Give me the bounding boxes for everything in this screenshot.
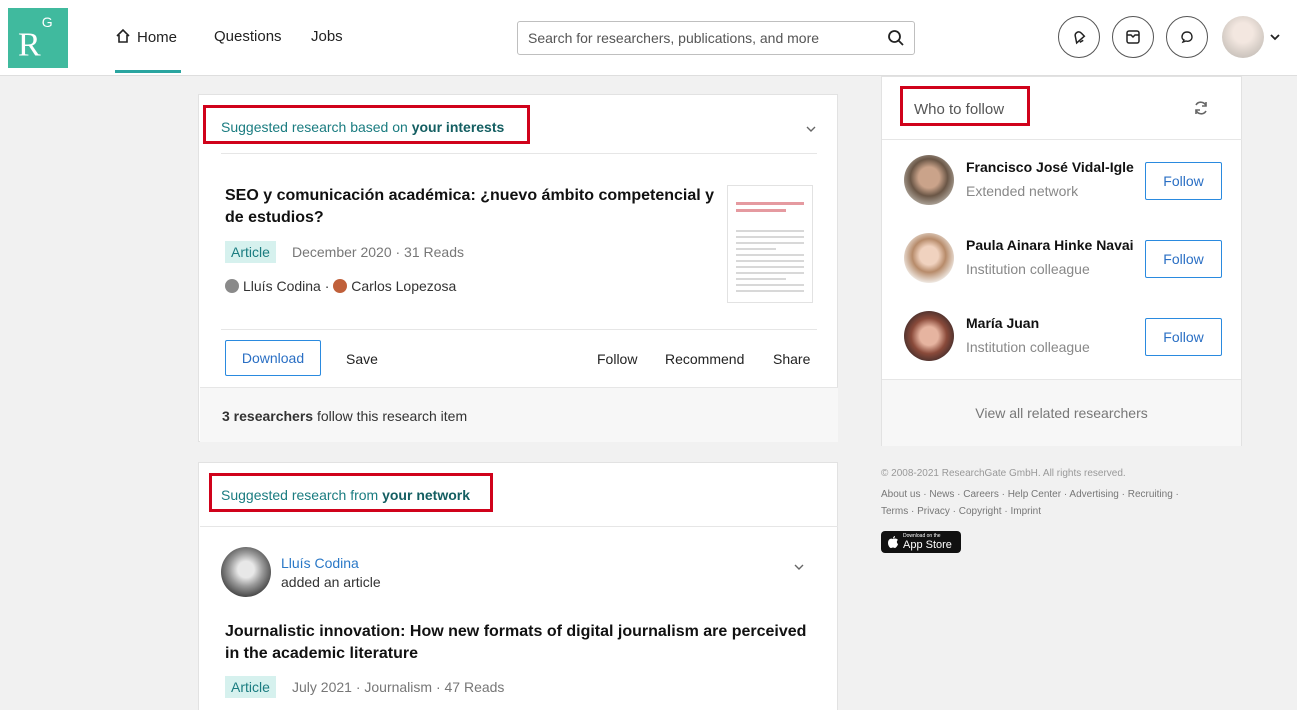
chevron-down-icon[interactable] (805, 123, 817, 135)
who-to-follow-panel: Who to follow Francisco José Vidal-Igle … (881, 76, 1242, 446)
divider (882, 139, 1242, 140)
article-tag: Article (225, 676, 276, 698)
nav-home-label: Home (137, 29, 178, 46)
follow-button[interactable]: Follow (597, 351, 637, 367)
author-name[interactable]: Lluís Codina (243, 278, 321, 294)
research-preview-thumbnail[interactable] (727, 185, 813, 303)
author-action: added an article (281, 574, 381, 590)
active-tab-indicator (115, 70, 181, 73)
app-store-badge[interactable]: Download on the App Store (881, 531, 961, 553)
author-avatar (225, 279, 239, 293)
view-all-researchers-link[interactable]: View all related researchers (882, 379, 1241, 446)
researcher-avatar[interactable] (904, 155, 954, 205)
download-button[interactable]: Download (225, 340, 321, 376)
research-title[interactable]: SEO y comunicación académica: ¿nuevo ámb… (225, 185, 719, 229)
suggested-research-network-card: Suggested research from your network Llu… (198, 462, 838, 710)
divider (221, 153, 817, 154)
follow-researcher-button[interactable]: Follow (1145, 318, 1222, 356)
mail-icon (1126, 30, 1140, 44)
footer-links[interactable]: About us · News · Careers · Help Center … (881, 487, 1179, 503)
highlight-box (900, 86, 1030, 126)
researcher-avatar[interactable] (904, 233, 954, 283)
footer-links-legal[interactable]: Terms · Privacy · Copyright · Imprint (881, 504, 1041, 520)
research-meta: July 2021 · Journalism · 47 Reads (292, 679, 505, 695)
copyright-text: © 2008-2021 ResearchGate GmbH. All right… (881, 468, 1126, 479)
chevron-down-icon[interactable] (1268, 30, 1282, 44)
article-tag: Article (225, 241, 276, 263)
share-button[interactable]: Share (773, 351, 810, 367)
refresh-icon[interactable] (1192, 99, 1210, 117)
researcher-relation: Institution colleague (966, 339, 1090, 355)
follow-researcher-button[interactable]: Follow (1145, 240, 1222, 278)
author-name-link[interactable]: Lluís Codina (281, 555, 359, 571)
author-list: Lluís Codina · Carlos Lopezosa (225, 278, 456, 294)
divider (221, 329, 817, 330)
apple-icon (888, 536, 898, 548)
profile-avatar[interactable] (1222, 16, 1264, 58)
research-meta: December 2020 · 31 Reads (292, 244, 464, 260)
save-button[interactable]: Save (346, 351, 378, 367)
researcher-name[interactable]: Francisco José Vidal-Igle (966, 159, 1136, 175)
researcher-avatar[interactable] (904, 311, 954, 361)
card-footer: 3 researchers follow this research item (200, 387, 838, 442)
followers-text: 3 researchers follow this research item (222, 408, 468, 424)
notification-icon (1074, 31, 1086, 45)
top-navigation-bar: RG Home Questions Jobs Search for resear… (0, 0, 1297, 76)
divider (200, 526, 838, 527)
highlight-box (209, 473, 493, 512)
follow-researcher-button[interactable]: Follow (1145, 162, 1222, 200)
messages-button[interactable] (1112, 16, 1154, 58)
researcher-name[interactable]: María Juan (966, 315, 1136, 331)
author-name[interactable]: Carlos Lopezosa (351, 278, 456, 294)
search-placeholder: Search for researchers, publications, an… (528, 30, 820, 46)
suggested-research-interests-card: Suggested research based on your interes… (198, 94, 838, 442)
recommend-button[interactable]: Recommend (665, 351, 744, 367)
author-avatar[interactable] (221, 547, 271, 597)
nav-questions[interactable]: Questions (214, 28, 282, 45)
questions-button[interactable] (1166, 16, 1208, 58)
chevron-down-icon[interactable] (793, 561, 805, 573)
author-avatar (333, 279, 348, 293)
search-icon[interactable] (886, 28, 906, 48)
researcher-relation: Extended network (966, 183, 1079, 199)
search-input[interactable]: Search for researchers, publications, an… (517, 21, 915, 55)
researchgate-logo[interactable]: RG (8, 8, 68, 68)
notifications-button[interactable] (1058, 16, 1100, 58)
research-title[interactable]: Journalistic innovation: How new formats… (225, 621, 825, 665)
researcher-name[interactable]: Paula Ainara Hinke Navai (966, 237, 1136, 253)
nav-home[interactable]: Home (115, 28, 177, 46)
nav-jobs[interactable]: Jobs (311, 28, 343, 45)
highlight-box (203, 105, 530, 144)
researcher-relation: Institution colleague (966, 261, 1090, 277)
home-icon (116, 28, 130, 43)
chat-bubble-icon (1181, 31, 1193, 44)
